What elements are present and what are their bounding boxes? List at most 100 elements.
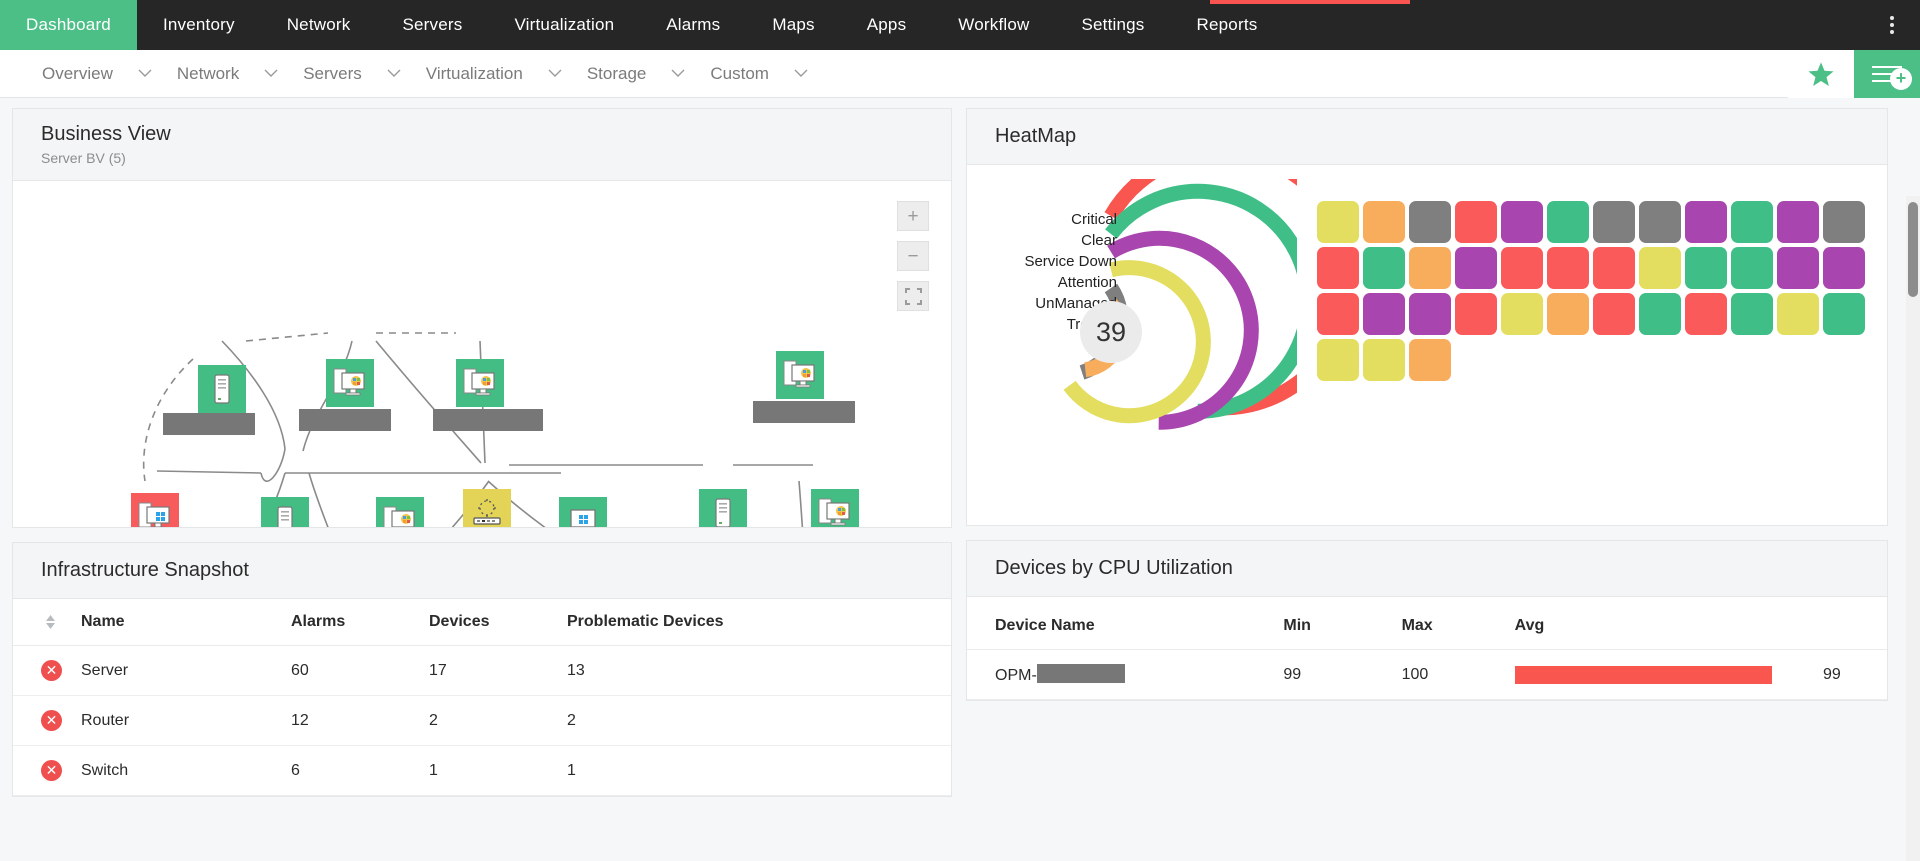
cell-device-name[interactable]: OPM-: [967, 650, 1275, 700]
heatmap-tile[interactable]: [1777, 247, 1819, 289]
nav-item-reports[interactable]: Reports: [1171, 0, 1284, 50]
heatmap-tile[interactable]: [1363, 247, 1405, 289]
heatmap-tile[interactable]: [1593, 201, 1635, 243]
heatmap-tile[interactable]: [1317, 339, 1359, 381]
nav-item-maps[interactable]: Maps: [746, 0, 840, 50]
nav-item-dashboard[interactable]: Dashboard: [0, 0, 137, 50]
chevron-down-icon-virtualization[interactable]: [533, 50, 577, 98]
heatmap-tile[interactable]: [1731, 293, 1773, 335]
topology-node-server[interactable]: [261, 497, 309, 527]
nav-item-apps[interactable]: Apps: [841, 0, 933, 50]
heatmap-tile[interactable]: [1363, 293, 1405, 335]
topology-node-server[interactable]: [699, 489, 747, 527]
heatmap-tile[interactable]: [1685, 293, 1727, 335]
subnav-item-storage[interactable]: Storage: [577, 50, 657, 98]
table-row[interactable]: OPM- 99 100 99: [967, 650, 1887, 700]
cpu-utilization-title: Devices by CPU Utilization: [995, 557, 1859, 580]
cell-name[interactable]: Server: [73, 646, 283, 696]
heatmap-tile[interactable]: [1501, 293, 1543, 335]
chevron-down-icon-network[interactable]: [249, 50, 293, 98]
heatmap-tile[interactable]: [1363, 201, 1405, 243]
subnav-item-overview[interactable]: Overview: [0, 50, 123, 98]
topology-node-windows-server[interactable]: [326, 359, 374, 407]
star-icon[interactable]: [1788, 50, 1854, 98]
subnav-item-virtualization[interactable]: Virtualization: [416, 50, 533, 98]
sort-column-header[interactable]: [13, 599, 73, 646]
subnav-item-custom[interactable]: Custom: [700, 50, 779, 98]
column-header-min[interactable]: Min: [1275, 603, 1393, 650]
heatmap-tile[interactable]: [1547, 201, 1589, 243]
column-header-avg[interactable]: Avg: [1507, 603, 1815, 650]
heatmap-tile[interactable]: [1593, 293, 1635, 335]
heatmap-tile[interactable]: [1455, 201, 1497, 243]
nav-item-settings[interactable]: Settings: [1055, 0, 1170, 50]
subnav-label-storage: Storage: [577, 64, 657, 84]
heatmap-tile[interactable]: [1639, 247, 1681, 289]
heatmap-tile[interactable]: [1409, 293, 1451, 335]
column-header-device-name[interactable]: Device Name: [967, 603, 1275, 650]
table-row[interactable]: ✕ Switch 6 1 1: [13, 746, 951, 796]
chevron-down-icon-overview[interactable]: [123, 50, 167, 98]
column-header-max[interactable]: Max: [1394, 603, 1507, 650]
heatmap-tile[interactable]: [1409, 247, 1451, 289]
topology-node-windows-server[interactable]: [376, 497, 424, 527]
chevron-down-icon-servers[interactable]: [372, 50, 416, 98]
heatmap-tile[interactable]: [1823, 293, 1865, 335]
heatmap-tile[interactable]: [1317, 247, 1359, 289]
heatmap-tile[interactable]: [1823, 201, 1865, 243]
column-header-name[interactable]: Name: [73, 599, 283, 646]
topology-node-router[interactable]: [463, 489, 511, 527]
topology-node-windows-pc[interactable]: [131, 493, 179, 527]
heatmap-tile[interactable]: [1547, 247, 1589, 289]
topology-node-windows-server[interactable]: [456, 359, 504, 407]
add-widget-icon[interactable]: +: [1854, 50, 1920, 98]
heatmap-tile[interactable]: [1685, 247, 1727, 289]
zoom-out-button[interactable]: −: [897, 241, 929, 271]
business-view-topology-canvas[interactable]: + −: [13, 181, 951, 527]
topology-node-server[interactable]: [198, 365, 246, 413]
heatmap-tile[interactable]: [1409, 201, 1451, 243]
nav-item-workflow[interactable]: Workflow: [932, 0, 1055, 50]
column-header-problematic[interactable]: Problematic Devices: [559, 599, 951, 646]
heatmap-tile[interactable]: [1455, 247, 1497, 289]
nav-item-alarms[interactable]: Alarms: [640, 0, 746, 50]
chevron-down-icon-storage[interactable]: [656, 50, 700, 98]
kebab-menu-icon[interactable]: [1874, 0, 1910, 50]
topology-node-windows-server[interactable]: [811, 489, 859, 527]
topology-node-desktop[interactable]: [559, 497, 607, 527]
heatmap-tile[interactable]: [1777, 293, 1819, 335]
cell-name[interactable]: Router: [73, 696, 283, 746]
nav-item-inventory[interactable]: Inventory: [137, 0, 261, 50]
topology-node-windows-server[interactable]: [776, 351, 824, 399]
nav-item-virtualization[interactable]: Virtualization: [488, 0, 640, 50]
heatmap-tile[interactable]: [1501, 201, 1543, 243]
heatmap-tile[interactable]: [1593, 247, 1635, 289]
heatmap-tile[interactable]: [1731, 247, 1773, 289]
heatmap-tile[interactable]: [1409, 339, 1451, 381]
table-row[interactable]: ✕ Router 12 2 2: [13, 696, 951, 746]
heatmap-tile[interactable]: [1317, 201, 1359, 243]
subnav-item-network[interactable]: Network: [167, 50, 249, 98]
cell-name[interactable]: Switch: [73, 746, 283, 796]
chevron-down-icon-custom[interactable]: [779, 50, 823, 98]
nav-item-network[interactable]: Network: [261, 0, 377, 50]
column-header-alarms[interactable]: Alarms: [283, 599, 421, 646]
nav-item-servers[interactable]: Servers: [376, 0, 488, 50]
column-header-devices[interactable]: Devices: [421, 599, 559, 646]
heatmap-tile[interactable]: [1501, 247, 1543, 289]
subnav-item-servers[interactable]: Servers: [293, 50, 372, 98]
heatmap-tile[interactable]: [1547, 293, 1589, 335]
zoom-in-button[interactable]: +: [897, 201, 929, 231]
heatmap-tile[interactable]: [1777, 201, 1819, 243]
table-row[interactable]: ✕ Server 60 17 13: [13, 646, 951, 696]
heatmap-tile[interactable]: [1455, 293, 1497, 335]
page-scrollbar-thumb[interactable]: [1908, 202, 1918, 297]
heatmap-tile[interactable]: [1731, 201, 1773, 243]
heatmap-tile[interactable]: [1317, 293, 1359, 335]
fullscreen-icon[interactable]: [897, 281, 929, 311]
heatmap-tile[interactable]: [1639, 293, 1681, 335]
heatmap-tile[interactable]: [1823, 247, 1865, 289]
heatmap-tile[interactable]: [1639, 201, 1681, 243]
heatmap-tile[interactable]: [1363, 339, 1405, 381]
heatmap-tile[interactable]: [1685, 201, 1727, 243]
